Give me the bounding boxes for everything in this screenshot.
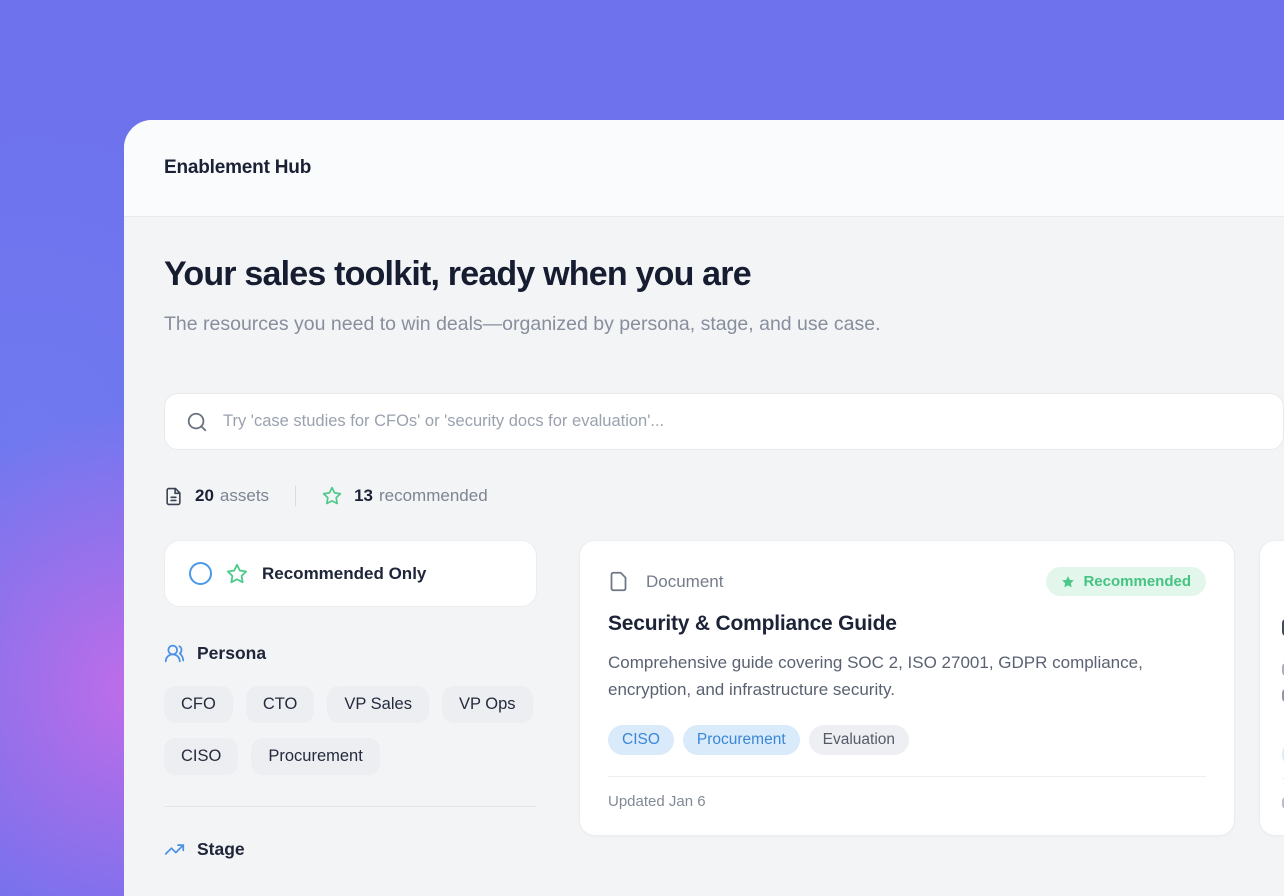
page-subtitle: The resources you need to win deals—orga… — [164, 307, 984, 341]
users-icon — [164, 643, 185, 664]
recommended-count: 13 — [354, 486, 373, 506]
assets-count: 20 — [195, 486, 214, 506]
content-area: Recommended Only Persona CFO CTO VP Sale… — [164, 540, 1244, 860]
recommended-badge-label: Recommended — [1083, 573, 1191, 590]
persona-chip-cto[interactable]: CTO — [246, 686, 315, 723]
recommended-only-label: Recommended Only — [262, 564, 426, 584]
persona-section-label: Persona — [197, 643, 266, 664]
filter-sidebar: Recommended Only Persona CFO CTO VP Sale… — [164, 540, 537, 860]
recommended-badge: Recommended — [1046, 567, 1206, 596]
recommended-label: recommended — [379, 486, 488, 506]
card-description: Comprehensive guide covering SOC 2, ISO … — [608, 649, 1188, 703]
app-title: Enablement Hub — [164, 157, 311, 179]
search-icon — [186, 411, 208, 433]
file-text-icon — [164, 487, 183, 506]
file-icon — [608, 571, 629, 592]
card-type-label: Document — [646, 572, 723, 592]
panel-header: Enablement Hub — [124, 120, 1284, 217]
search-bar[interactable] — [164, 393, 1284, 450]
persona-chips: CFO CTO VP Sales VP Ops CISO Procurement — [164, 686, 537, 775]
main-panel: Enablement Hub Your sales toolkit, ready… — [124, 120, 1284, 896]
sidebar-divider — [164, 806, 537, 807]
star-filled-icon — [1061, 575, 1075, 589]
persona-chip-vp-sales[interactable]: VP Sales — [327, 686, 429, 723]
star-icon — [226, 563, 248, 585]
tag-ciso[interactable]: CISO — [608, 725, 674, 755]
assets-label: assets — [220, 486, 269, 506]
stats-row: 20 assets 13 recommended — [164, 486, 1244, 506]
card-type: Document — [608, 571, 723, 592]
persona-chip-cfo[interactable]: CFO — [164, 686, 233, 723]
tag-evaluation[interactable]: Evaluation — [809, 725, 909, 755]
radio-circle-icon[interactable] — [189, 562, 212, 585]
card-header: Document Recommended — [608, 567, 1206, 596]
asset-card-partial[interactable] — [1259, 540, 1284, 836]
card-updated-date: Updated Jan 6 — [608, 777, 1206, 826]
persona-chip-vp-ops[interactable]: VP Ops — [442, 686, 533, 723]
recommended-only-toggle[interactable]: Recommended Only — [164, 540, 537, 607]
card-tags: CISO Procurement Evaluation — [608, 725, 1206, 755]
tag-procurement[interactable]: Procurement — [683, 725, 800, 755]
stage-section-label: Stage — [197, 839, 245, 860]
persona-chip-ciso[interactable]: CISO — [164, 738, 238, 775]
page-title: Your sales toolkit, ready when you are — [164, 253, 1244, 295]
star-icon — [322, 486, 342, 506]
asset-cards-row: Document Recommended Security & Complian… — [579, 540, 1284, 836]
stats-divider — [295, 486, 296, 506]
persona-chip-procurement[interactable]: Procurement — [251, 738, 379, 775]
stage-section-header: Stage — [164, 839, 537, 860]
trending-up-icon — [164, 839, 185, 860]
persona-section-header: Persona — [164, 643, 537, 664]
asset-card[interactable]: Document Recommended Security & Complian… — [579, 540, 1235, 836]
panel-main: Your sales toolkit, ready when you are T… — [124, 253, 1284, 860]
card-title: Security & Compliance Guide — [608, 612, 1206, 636]
search-input[interactable] — [223, 412, 1262, 431]
